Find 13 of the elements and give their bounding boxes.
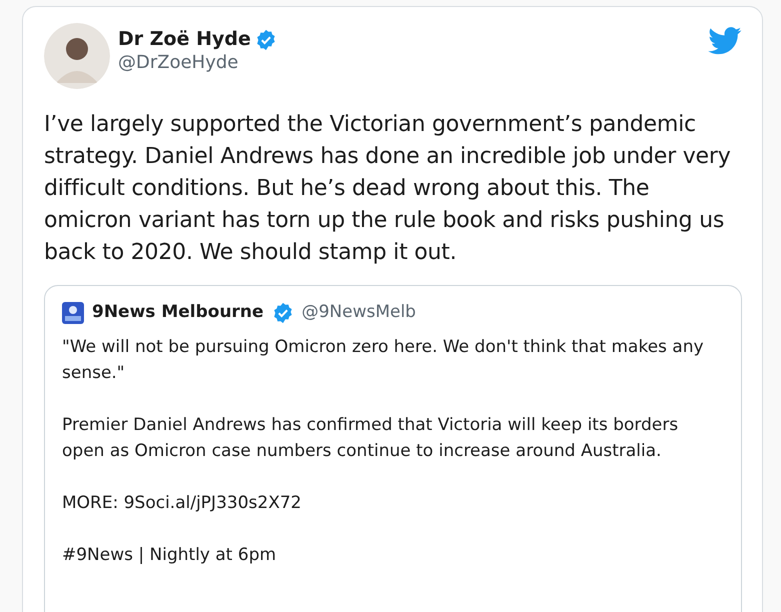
quoted-paragraph: MORE: 9Soci.al/jPJ330s2X72 <box>62 492 302 514</box>
author-name[interactable]: Dr Zoë Hyde <box>118 27 251 51</box>
quoted-paragraph: Premier Daniel Andrews has confirmed that Victoria will keep its borders open as Omicron case numbers continue to increase around Australia. <box>62 414 680 462</box>
avatar[interactable] <box>44 23 110 89</box>
tweet-text: I’ve largely supported the Victorian government’s pandemic strategy. Daniel Andrews has done an incredible job under very difficult conditions. But he’s dead wrong about this. The omicron variant has torn up the rule book and risks pushing us back to 2020. We should stamp it out. <box>44 111 732 267</box>
quoted-paragraph: "We will not be pursuing Omicron zero here. We don't think that makes any sense." <box>62 336 705 384</box>
quoted-paragraph: #9News | Nightly at 6pm <box>62 544 278 566</box>
quoted-tweet[interactable] <box>44 285 742 612</box>
quoted-author-handle: @9NewsMelb <box>302 301 416 324</box>
bird-icon[interactable] <box>708 27 742 55</box>
news-logo-icon <box>62 302 84 324</box>
author-handle[interactable]: @DrZoeHyde <box>118 51 277 75</box>
quoted-author-name: 9News Melbourne <box>92 301 264 324</box>
